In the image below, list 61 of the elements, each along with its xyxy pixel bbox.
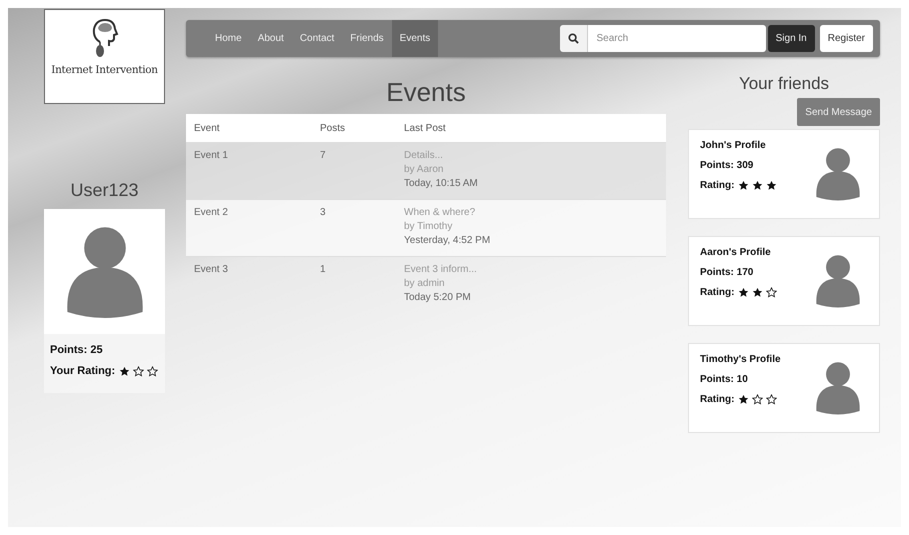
- search-button[interactable]: [560, 25, 588, 52]
- post-time: Today, 10:15 AM: [404, 178, 479, 189]
- star-outline-icon: [766, 394, 778, 405]
- star-icon: [766, 180, 778, 191]
- rating-label: Rating:: [700, 287, 734, 298]
- star-icon: [752, 287, 764, 298]
- register-button[interactable]: Register: [820, 25, 873, 52]
- post-author: by Timothy: [404, 221, 454, 232]
- profile-link[interactable]: John's Profile: [700, 140, 778, 151]
- star-outline-icon: [766, 287, 778, 298]
- post-count: 3: [320, 207, 327, 220]
- avatar-icon: [815, 146, 861, 202]
- avatar-icon: [815, 360, 861, 416]
- send-message-button[interactable]: Send Message: [797, 98, 880, 126]
- event-name: Event 3: [194, 264, 229, 277]
- star-icon: [752, 180, 764, 191]
- star-icon: [738, 287, 750, 298]
- nav-link[interactable]: Events: [392, 20, 438, 57]
- post-author: by Aaron: [404, 164, 444, 175]
- post-count: 7: [320, 150, 327, 163]
- nav-link[interactable]: Friends: [342, 20, 392, 57]
- search-field[interactable]: Search: [588, 25, 766, 52]
- post-link[interactable]: When & where?: [404, 207, 658, 218]
- points-text: Points: 170: [700, 267, 754, 278]
- nav-link[interactable]: Home: [207, 20, 250, 57]
- star-outline-icon: [147, 366, 158, 376]
- star-icon: [119, 366, 130, 376]
- site-logo[interactable]: Internet Intervention: [44, 9, 165, 104]
- column-header: Posts: [320, 122, 346, 134]
- post-link[interactable]: Details...: [404, 150, 658, 161]
- search-icon[interactable]: [568, 33, 580, 44]
- star-outline-icon: [133, 366, 144, 376]
- rating-label: Rating:: [700, 394, 734, 405]
- rating-label: Rating:: [700, 180, 734, 191]
- profile-link[interactable]: Aaron's Profile: [700, 247, 778, 258]
- post-author: by admin: [404, 278, 446, 289]
- star-outline-icon: [752, 394, 764, 405]
- section-heading: Your friends: [738, 74, 830, 94]
- avatar-icon: [815, 253, 861, 309]
- post-link[interactable]: Event 3 inform...: [404, 264, 658, 275]
- post-time: Yesterday, 4:52 PM: [404, 235, 492, 246]
- sign-in-button[interactable]: Sign In: [768, 25, 815, 52]
- column-header: Last Post: [404, 122, 447, 134]
- points-text: Points: 25: [50, 344, 104, 356]
- rating-label: Your Rating:: [50, 365, 116, 377]
- logo-text: Internet Intervention: [51, 64, 158, 76]
- head-mouse-icon: [90, 18, 118, 58]
- user-name: User123: [69, 180, 140, 201]
- star-icon: [738, 180, 750, 191]
- nav-link[interactable]: Contact: [292, 20, 342, 57]
- post-time: Today 5:20 PM: [404, 292, 472, 303]
- page-heading: Events: [385, 77, 467, 108]
- points-text: Points: 309: [700, 160, 754, 171]
- star-icon: [738, 394, 750, 405]
- profile-link[interactable]: Timothy's Profile: [700, 354, 781, 365]
- column-header: Event: [194, 122, 221, 134]
- points-text: Points: 10: [700, 374, 749, 385]
- event-name: Event 2: [194, 207, 229, 220]
- nav-link[interactable]: About: [250, 20, 292, 57]
- post-count: 1: [320, 264, 327, 277]
- event-name: Event 1: [194, 150, 229, 163]
